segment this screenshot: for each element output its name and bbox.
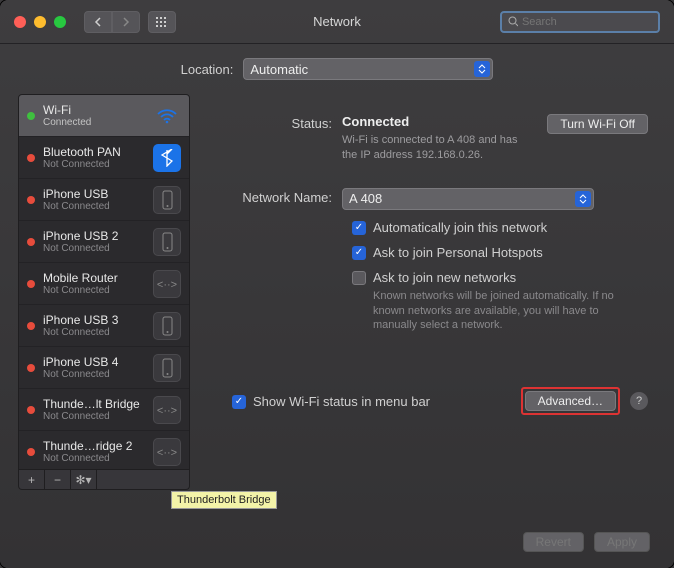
zoom-icon[interactable] <box>54 16 66 28</box>
svg-text:<··>: <··> <box>157 405 177 417</box>
list-item[interactable]: iPhone USB 4Not Connected <box>19 347 189 389</box>
remove-button[interactable]: − <box>45 470 71 489</box>
status-indicator-icon <box>27 322 35 330</box>
list-item-wifi[interactable]: Wi-FiConnected <box>19 95 189 137</box>
status-indicator-icon <box>27 238 35 246</box>
advanced-button[interactable]: Advanced… <box>525 391 616 411</box>
new-networks-description: Known networks will be joined automatica… <box>373 289 633 334</box>
status-indicator-icon <box>27 364 35 372</box>
list-item[interactable]: Thunde…ridge 2Not Connected <··> <box>19 431 189 470</box>
list-item[interactable]: Bluetooth PANNot Connected <box>19 137 189 179</box>
ethernet-icon: <··> <box>153 270 181 298</box>
phone-icon <box>153 354 181 382</box>
advanced-highlight: Advanced… <box>521 387 620 415</box>
action-menu-button[interactable]: ✻▾ <box>71 470 97 489</box>
help-button[interactable]: ? <box>630 392 648 410</box>
show-status-label: Show Wi-Fi status in menu bar <box>253 394 430 409</box>
search-input[interactable] <box>522 16 652 28</box>
turn-wifi-off-button[interactable]: Turn Wi-Fi Off <box>547 114 648 134</box>
status-indicator-icon <box>27 448 35 456</box>
list-item[interactable]: iPhone USB 2Not Connected <box>19 221 189 263</box>
svg-text:<··>: <··> <box>157 447 177 459</box>
phone-icon <box>153 312 181 340</box>
status-value: Connected <box>342 114 527 129</box>
list-item[interactable]: iPhone USB 3Not Connected <box>19 305 189 347</box>
new-networks-label: Ask to join new networks <box>373 270 633 285</box>
add-button[interactable]: + <box>19 470 45 489</box>
ethernet-icon: <··> <box>153 438 181 466</box>
phone-icon <box>153 186 181 214</box>
list-item[interactable]: Thunde…lt BridgeNot Connected <··> <box>19 389 189 431</box>
svg-text:<··>: <··> <box>157 279 177 291</box>
phone-icon <box>153 228 181 256</box>
wifi-icon <box>153 102 181 130</box>
forward-button[interactable] <box>112 11 140 33</box>
hotspot-label: Ask to join Personal Hotspots <box>373 245 543 260</box>
new-networks-checkbox[interactable] <box>352 271 366 285</box>
revert-button[interactable]: Revert <box>523 532 584 552</box>
status-description: Wi-Fi is connected to A 408 and has the … <box>342 133 527 164</box>
search-field[interactable] <box>500 11 660 33</box>
status-label: Status: <box>212 114 342 164</box>
minimize-icon[interactable] <box>34 16 46 28</box>
interface-list[interactable]: Wi-FiConnected Bluetooth PANNot Connecte… <box>18 94 190 470</box>
status-indicator-icon <box>27 406 35 414</box>
bluetooth-icon <box>153 144 181 172</box>
list-item[interactable]: iPhone USBNot Connected <box>19 179 189 221</box>
network-name-label: Network Name: <box>212 188 342 210</box>
window-controls[interactable] <box>14 16 66 28</box>
list-item[interactable]: Mobile RouterNot Connected <··> <box>19 263 189 305</box>
auto-join-checkbox[interactable]: ✓ <box>352 221 366 235</box>
network-name-select[interactable]: A 408 <box>342 188 594 210</box>
location-select[interactable]: Automatic <box>243 58 493 80</box>
auto-join-label: Automatically join this network <box>373 220 547 235</box>
gear-icon: ✻▾ <box>75 473 91 487</box>
hotspot-checkbox[interactable]: ✓ <box>352 246 366 260</box>
location-label: Location: <box>181 62 234 77</box>
close-icon[interactable] <box>14 16 26 28</box>
apply-button[interactable]: Apply <box>594 532 650 552</box>
search-icon <box>508 16 518 27</box>
status-indicator-icon <box>27 154 35 162</box>
status-indicator-icon <box>27 196 35 204</box>
status-indicator-icon <box>27 112 35 120</box>
chevron-updown-icon <box>575 191 591 207</box>
window-title: Network <box>313 14 361 29</box>
status-indicator-icon <box>27 280 35 288</box>
back-button[interactable] <box>84 11 112 33</box>
tooltip: Thunderbolt Bridge <box>171 491 277 509</box>
chevron-updown-icon <box>474 61 490 77</box>
show-all-button[interactable] <box>148 11 176 33</box>
show-status-checkbox[interactable]: ✓ <box>232 395 246 409</box>
ethernet-icon: <··> <box>153 396 181 424</box>
